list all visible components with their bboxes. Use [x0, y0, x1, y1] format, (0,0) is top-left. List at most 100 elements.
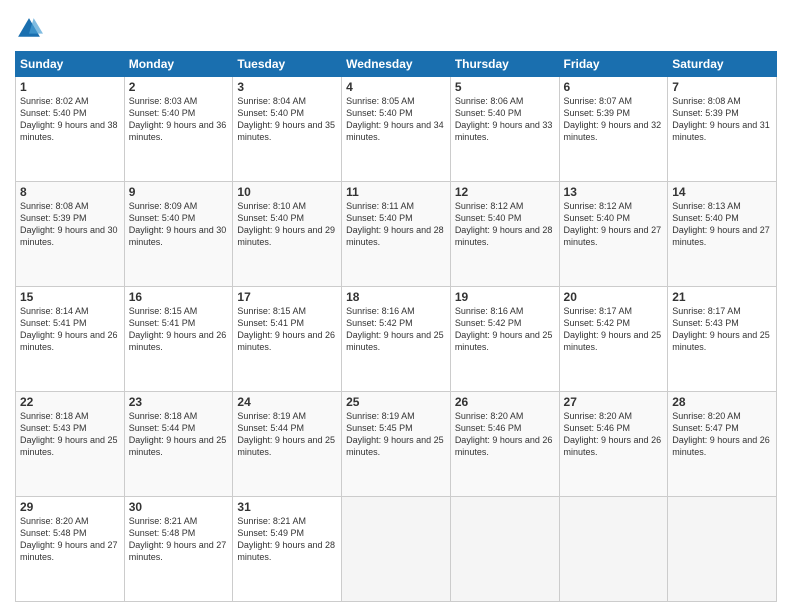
day-number: 3 — [237, 80, 337, 94]
day-number: 8 — [20, 185, 120, 199]
calendar-cell: 14Sunrise: 8:13 AMSunset: 5:40 PMDayligh… — [668, 182, 777, 287]
calendar-header-row: SundayMondayTuesdayWednesdayThursdayFrid… — [16, 52, 777, 77]
day-number: 21 — [672, 290, 772, 304]
calendar-cell — [450, 497, 559, 602]
calendar-cell: 3Sunrise: 8:04 AMSunset: 5:40 PMDaylight… — [233, 77, 342, 182]
calendar-day-header: Wednesday — [342, 52, 451, 77]
day-number: 16 — [129, 290, 229, 304]
calendar-cell: 4Sunrise: 8:05 AMSunset: 5:40 PMDaylight… — [342, 77, 451, 182]
cell-details: Sunrise: 8:11 AMSunset: 5:40 PMDaylight:… — [346, 200, 446, 249]
calendar-day-header: Saturday — [668, 52, 777, 77]
day-number: 9 — [129, 185, 229, 199]
calendar-cell: 16Sunrise: 8:15 AMSunset: 5:41 PMDayligh… — [124, 287, 233, 392]
calendar-cell: 1Sunrise: 8:02 AMSunset: 5:40 PMDaylight… — [16, 77, 125, 182]
cell-details: Sunrise: 8:08 AMSunset: 5:39 PMDaylight:… — [672, 95, 772, 144]
calendar-week-row: 22Sunrise: 8:18 AMSunset: 5:43 PMDayligh… — [16, 392, 777, 497]
day-number: 15 — [20, 290, 120, 304]
calendar-day-header: Tuesday — [233, 52, 342, 77]
day-number: 27 — [564, 395, 664, 409]
cell-details: Sunrise: 8:10 AMSunset: 5:40 PMDaylight:… — [237, 200, 337, 249]
cell-details: Sunrise: 8:17 AMSunset: 5:43 PMDaylight:… — [672, 305, 772, 354]
day-number: 19 — [455, 290, 555, 304]
day-number: 13 — [564, 185, 664, 199]
calendar-day-header: Friday — [559, 52, 668, 77]
calendar-cell: 18Sunrise: 8:16 AMSunset: 5:42 PMDayligh… — [342, 287, 451, 392]
cell-details: Sunrise: 8:12 AMSunset: 5:40 PMDaylight:… — [455, 200, 555, 249]
calendar-day-header: Thursday — [450, 52, 559, 77]
day-number: 1 — [20, 80, 120, 94]
calendar-cell: 25Sunrise: 8:19 AMSunset: 5:45 PMDayligh… — [342, 392, 451, 497]
cell-details: Sunrise: 8:12 AMSunset: 5:40 PMDaylight:… — [564, 200, 664, 249]
calendar-cell: 7Sunrise: 8:08 AMSunset: 5:39 PMDaylight… — [668, 77, 777, 182]
day-number: 25 — [346, 395, 446, 409]
calendar-week-row: 1Sunrise: 8:02 AMSunset: 5:40 PMDaylight… — [16, 77, 777, 182]
calendar-cell: 2Sunrise: 8:03 AMSunset: 5:40 PMDaylight… — [124, 77, 233, 182]
day-number: 4 — [346, 80, 446, 94]
day-number: 18 — [346, 290, 446, 304]
cell-details: Sunrise: 8:15 AMSunset: 5:41 PMDaylight:… — [237, 305, 337, 354]
cell-details: Sunrise: 8:20 AMSunset: 5:48 PMDaylight:… — [20, 515, 120, 564]
calendar-cell: 30Sunrise: 8:21 AMSunset: 5:48 PMDayligh… — [124, 497, 233, 602]
calendar-cell: 21Sunrise: 8:17 AMSunset: 5:43 PMDayligh… — [668, 287, 777, 392]
header — [15, 15, 777, 43]
day-number: 29 — [20, 500, 120, 514]
calendar-cell: 23Sunrise: 8:18 AMSunset: 5:44 PMDayligh… — [124, 392, 233, 497]
day-number: 14 — [672, 185, 772, 199]
cell-details: Sunrise: 8:04 AMSunset: 5:40 PMDaylight:… — [237, 95, 337, 144]
calendar-cell — [559, 497, 668, 602]
page: SundayMondayTuesdayWednesdayThursdayFrid… — [0, 0, 792, 612]
day-number: 26 — [455, 395, 555, 409]
calendar-cell: 26Sunrise: 8:20 AMSunset: 5:46 PMDayligh… — [450, 392, 559, 497]
calendar-cell: 27Sunrise: 8:20 AMSunset: 5:46 PMDayligh… — [559, 392, 668, 497]
day-number: 22 — [20, 395, 120, 409]
cell-details: Sunrise: 8:21 AMSunset: 5:49 PMDaylight:… — [237, 515, 337, 564]
day-number: 30 — [129, 500, 229, 514]
day-number: 5 — [455, 80, 555, 94]
cell-details: Sunrise: 8:07 AMSunset: 5:39 PMDaylight:… — [564, 95, 664, 144]
calendar-cell: 6Sunrise: 8:07 AMSunset: 5:39 PMDaylight… — [559, 77, 668, 182]
logo-icon — [15, 15, 43, 43]
calendar-cell: 20Sunrise: 8:17 AMSunset: 5:42 PMDayligh… — [559, 287, 668, 392]
calendar-week-row: 8Sunrise: 8:08 AMSunset: 5:39 PMDaylight… — [16, 182, 777, 287]
day-number: 10 — [237, 185, 337, 199]
cell-details: Sunrise: 8:20 AMSunset: 5:46 PMDaylight:… — [455, 410, 555, 459]
day-number: 12 — [455, 185, 555, 199]
cell-details: Sunrise: 8:16 AMSunset: 5:42 PMDaylight:… — [346, 305, 446, 354]
calendar-cell: 15Sunrise: 8:14 AMSunset: 5:41 PMDayligh… — [16, 287, 125, 392]
calendar-cell: 13Sunrise: 8:12 AMSunset: 5:40 PMDayligh… — [559, 182, 668, 287]
cell-details: Sunrise: 8:15 AMSunset: 5:41 PMDaylight:… — [129, 305, 229, 354]
cell-details: Sunrise: 8:18 AMSunset: 5:43 PMDaylight:… — [20, 410, 120, 459]
day-number: 23 — [129, 395, 229, 409]
cell-details: Sunrise: 8:18 AMSunset: 5:44 PMDaylight:… — [129, 410, 229, 459]
calendar-day-header: Monday — [124, 52, 233, 77]
cell-details: Sunrise: 8:08 AMSunset: 5:39 PMDaylight:… — [20, 200, 120, 249]
calendar-cell: 11Sunrise: 8:11 AMSunset: 5:40 PMDayligh… — [342, 182, 451, 287]
cell-details: Sunrise: 8:02 AMSunset: 5:40 PMDaylight:… — [20, 95, 120, 144]
day-number: 17 — [237, 290, 337, 304]
day-number: 24 — [237, 395, 337, 409]
cell-details: Sunrise: 8:20 AMSunset: 5:47 PMDaylight:… — [672, 410, 772, 459]
calendar-cell: 10Sunrise: 8:10 AMSunset: 5:40 PMDayligh… — [233, 182, 342, 287]
day-number: 11 — [346, 185, 446, 199]
calendar-cell: 12Sunrise: 8:12 AMSunset: 5:40 PMDayligh… — [450, 182, 559, 287]
day-number: 28 — [672, 395, 772, 409]
calendar-cell: 5Sunrise: 8:06 AMSunset: 5:40 PMDaylight… — [450, 77, 559, 182]
cell-details: Sunrise: 8:19 AMSunset: 5:44 PMDaylight:… — [237, 410, 337, 459]
cell-details: Sunrise: 8:20 AMSunset: 5:46 PMDaylight:… — [564, 410, 664, 459]
day-number: 31 — [237, 500, 337, 514]
cell-details: Sunrise: 8:09 AMSunset: 5:40 PMDaylight:… — [129, 200, 229, 249]
day-number: 20 — [564, 290, 664, 304]
calendar-week-row: 29Sunrise: 8:20 AMSunset: 5:48 PMDayligh… — [16, 497, 777, 602]
calendar-cell — [668, 497, 777, 602]
cell-details: Sunrise: 8:19 AMSunset: 5:45 PMDaylight:… — [346, 410, 446, 459]
calendar-cell: 19Sunrise: 8:16 AMSunset: 5:42 PMDayligh… — [450, 287, 559, 392]
calendar-cell: 9Sunrise: 8:09 AMSunset: 5:40 PMDaylight… — [124, 182, 233, 287]
cell-details: Sunrise: 8:17 AMSunset: 5:42 PMDaylight:… — [564, 305, 664, 354]
day-number: 2 — [129, 80, 229, 94]
cell-details: Sunrise: 8:05 AMSunset: 5:40 PMDaylight:… — [346, 95, 446, 144]
cell-details: Sunrise: 8:16 AMSunset: 5:42 PMDaylight:… — [455, 305, 555, 354]
calendar-cell: 24Sunrise: 8:19 AMSunset: 5:44 PMDayligh… — [233, 392, 342, 497]
calendar-table: SundayMondayTuesdayWednesdayThursdayFrid… — [15, 51, 777, 602]
calendar-cell: 22Sunrise: 8:18 AMSunset: 5:43 PMDayligh… — [16, 392, 125, 497]
cell-details: Sunrise: 8:03 AMSunset: 5:40 PMDaylight:… — [129, 95, 229, 144]
